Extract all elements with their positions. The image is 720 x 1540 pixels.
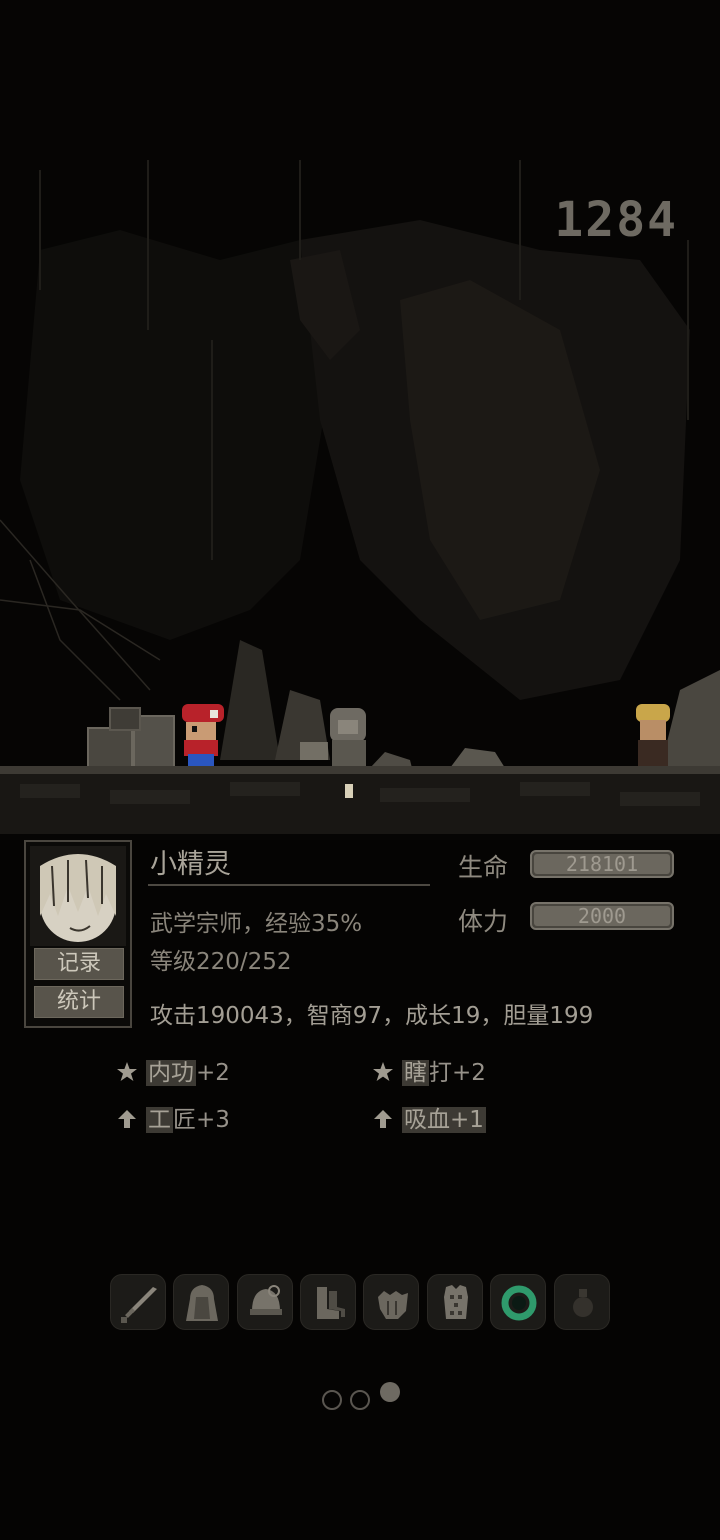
hp-value: 218101	[565, 852, 639, 876]
equip-slot-ring[interactable]	[490, 1274, 546, 1330]
cloak-icon	[186, 1285, 218, 1321]
equip-slot-helmet[interactable]	[237, 1274, 293, 1330]
skill-item[interactable]: 工匠+3	[116, 1105, 230, 1135]
equip-slot-potion[interactable]	[554, 1274, 610, 1330]
cave-background	[0, 0, 720, 840]
boots-icon	[317, 1287, 345, 1319]
stats-button[interactable]: 统计	[34, 986, 124, 1018]
arrow-up-icon	[118, 1110, 136, 1128]
equip-slot-armor[interactable]	[427, 1274, 483, 1330]
combat-stats: 攻击190043，智商97，成长19，胆量199	[150, 1003, 594, 1029]
skill-item[interactable]: 瞎打+2	[372, 1058, 486, 1088]
potion-icon	[573, 1289, 593, 1317]
portrait-face-icon	[30, 846, 126, 946]
skill-item[interactable]: 内功+2	[116, 1058, 230, 1088]
skill-item[interactable]: 吸血+1	[372, 1105, 486, 1135]
helmet-icon	[250, 1285, 282, 1315]
gloves-icon	[378, 1291, 408, 1319]
name-divider	[148, 884, 430, 886]
hp-label: 生命	[458, 853, 509, 882]
skill-name: 瞎	[402, 1060, 429, 1086]
star-icon	[373, 1062, 393, 1081]
stamina-value: 2000	[577, 904, 627, 928]
skill-level: 打+2	[429, 1060, 486, 1086]
equip-slot-cloak[interactable]	[173, 1274, 229, 1330]
skill-name: 内功	[146, 1060, 196, 1086]
star-icon	[117, 1062, 137, 1081]
character-portrait: 记录 统计	[24, 840, 132, 1028]
skill-level: 匠+3	[173, 1107, 230, 1133]
character-name: 小精灵	[150, 849, 231, 880]
title-experience: 武学宗师，经验35%	[150, 911, 363, 937]
hp-bar: 218101	[530, 850, 674, 878]
level-text: 等级220/252	[150, 949, 292, 975]
game-scene[interactable]: 1284	[0, 0, 720, 840]
score-counter: 1284	[554, 192, 678, 248]
armor-icon	[444, 1285, 468, 1319]
page-dot-2[interactable]	[350, 1390, 370, 1410]
record-button[interactable]: 记录	[34, 948, 124, 980]
arrow-up-icon	[374, 1110, 392, 1128]
equip-slot-boots[interactable]	[300, 1274, 356, 1330]
page-dot-3-active[interactable]	[380, 1382, 400, 1402]
skill-name: 工	[146, 1107, 173, 1133]
stamina-bar: 2000	[530, 902, 674, 930]
page-dot-1[interactable]	[322, 1390, 342, 1410]
skill-level: +2	[196, 1060, 230, 1086]
ring-icon	[501, 1285, 537, 1321]
stamina-label: 体力	[458, 907, 509, 936]
equip-slot-gloves[interactable]	[363, 1274, 419, 1330]
sword-icon	[121, 1287, 157, 1323]
equip-slot-weapon[interactable]	[110, 1274, 166, 1330]
skill-name: 吸血+1	[402, 1107, 486, 1133]
